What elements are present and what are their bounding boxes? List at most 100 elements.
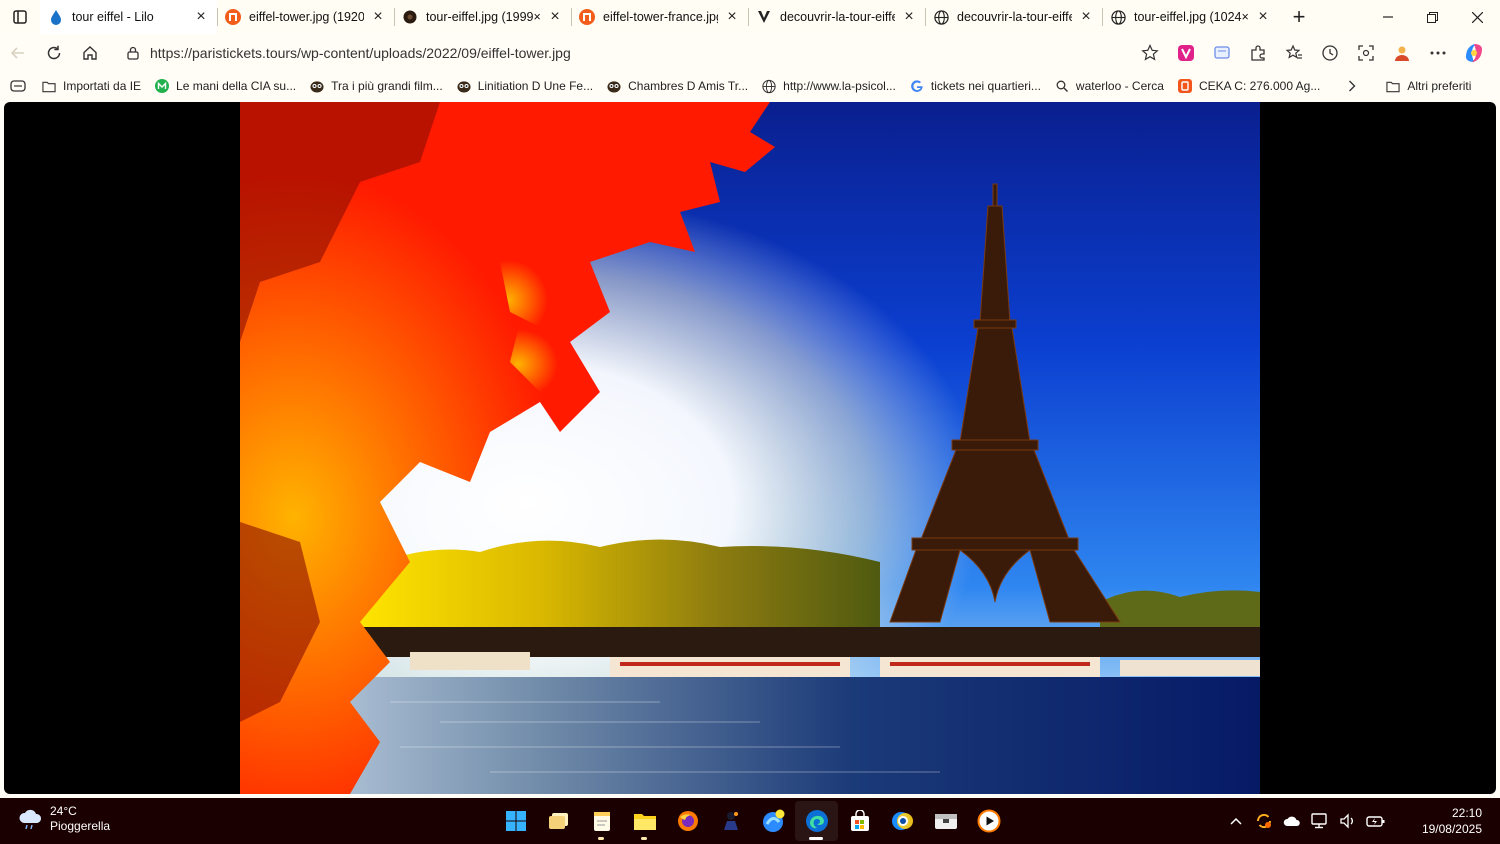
- orange-square-icon: [1177, 79, 1192, 93]
- favorite-film[interactable]: Tra i più grandi film...: [310, 74, 443, 98]
- back-button[interactable]: [0, 34, 36, 72]
- eiffel-tower-photo[interactable]: [240, 102, 1260, 794]
- favorites-overflow-button[interactable]: [1348, 74, 1356, 98]
- start-button[interactable]: [494, 801, 537, 841]
- v-logo-icon: [756, 9, 772, 25]
- history-button[interactable]: [1312, 34, 1348, 72]
- magenta-v-icon: [1178, 45, 1194, 61]
- tray-battery-button[interactable]: [1362, 798, 1390, 844]
- tab-title: decouvrir-la-tour-eiffe: [957, 10, 1072, 24]
- ellipsis-icon: [1430, 51, 1446, 55]
- tray-volume-button[interactable]: [1334, 798, 1362, 844]
- taskbar-app-photos[interactable]: [881, 801, 924, 841]
- close-tab-icon[interactable]: ×: [1078, 9, 1094, 25]
- taskbar-app-firefox[interactable]: [666, 801, 709, 841]
- home-button[interactable]: [72, 34, 108, 72]
- taskbar-app-media-player[interactable]: [967, 801, 1010, 841]
- chevron-up-icon: [1230, 817, 1242, 825]
- refresh-icon: [47, 45, 61, 60]
- taskbar-app-notepad[interactable]: [580, 801, 623, 841]
- profile-button[interactable]: [1384, 34, 1420, 72]
- restore-button[interactable]: [1410, 0, 1455, 34]
- taskbar-app-edge-dev[interactable]: [752, 801, 795, 841]
- screen-icon: [1214, 46, 1230, 59]
- browser-badge-icon: [762, 809, 784, 832]
- globe-icon: [762, 79, 776, 93]
- favorite-psicol[interactable]: http://www.la-psicol...: [762, 74, 896, 98]
- favorite-chambres[interactable]: Chambres D Amis Tr...: [607, 74, 748, 98]
- tab-tour-eiffel-1024[interactable]: tour-eiffel.jpg (1024×6 ×: [1102, 0, 1279, 34]
- favorite-waterloo[interactable]: waterloo - Cerca: [1055, 74, 1164, 98]
- clock[interactable]: 22:10 19/08/2025: [1422, 805, 1482, 837]
- lock-icon[interactable]: [126, 46, 140, 60]
- firefox-icon: [677, 811, 698, 831]
- taskbar-app-store[interactable]: [838, 801, 881, 841]
- sync-icon: [1256, 813, 1272, 829]
- taskbar: 24°C Pioggerella 22:10 19/08/2025: [0, 798, 1500, 844]
- screenshot-button[interactable]: [1348, 34, 1384, 72]
- close-tab-icon[interactable]: ×: [193, 9, 209, 25]
- minimize-button[interactable]: [1365, 0, 1410, 34]
- extensions-button[interactable]: [1240, 34, 1276, 72]
- weather-temperature: 24°C: [50, 804, 77, 818]
- screenshot-icon: [1358, 45, 1374, 61]
- close-tab-icon[interactable]: ×: [901, 9, 917, 25]
- url-field[interactable]: https://paristickets.tours/wp-content/up…: [114, 37, 1169, 69]
- weather-condition: Pioggerella: [50, 819, 111, 833]
- weather-widget[interactable]: 24°C Pioggerella: [18, 804, 110, 834]
- favorite-label: CEKA C: 276.000 Ag...: [1198, 79, 1321, 93]
- favorites-button[interactable]: [1276, 34, 1312, 72]
- extension-screen-button[interactable]: [1204, 34, 1240, 72]
- tab-title: eiffel-tower.jpg (1920: [249, 10, 364, 24]
- tray-overflow-button[interactable]: [1222, 798, 1250, 844]
- taskbar-app-edge[interactable]: [795, 801, 838, 841]
- tab-tour-eiffel-jpg[interactable]: tour-eiffel.jpg (1999×1 ×: [394, 0, 571, 34]
- green-m-icon: [155, 79, 170, 93]
- tab-decouvrir-2[interactable]: decouvrir-la-tour-eiffe ×: [925, 0, 1102, 34]
- close-tab-icon[interactable]: ×: [724, 9, 740, 25]
- new-tab-button[interactable]: +: [1279, 0, 1319, 34]
- notepad-icon: [593, 812, 610, 831]
- extension-magenta-button[interactable]: [1168, 34, 1204, 72]
- favorite-linitiation[interactable]: Linitiation D Une Fe...: [457, 74, 593, 98]
- tab-title: eiffel-tower-france.jpg: [603, 10, 718, 24]
- tab-lilo[interactable]: tour eiffel - Lilo ×: [40, 0, 217, 34]
- close-tab-icon[interactable]: ×: [547, 9, 563, 25]
- tray-network-button[interactable]: [1306, 798, 1334, 844]
- puzzle-icon: [1251, 45, 1265, 61]
- close-tab-icon[interactable]: ×: [370, 9, 386, 25]
- archive-icon: [934, 814, 957, 829]
- store-bag-icon: [850, 810, 869, 831]
- tray-sync-button[interactable]: [1250, 798, 1278, 844]
- taskbar-app-character[interactable]: [709, 801, 752, 841]
- tab-title: decouvrir-la-tour-eiffe: [780, 10, 895, 24]
- reading-list-icon: [10, 80, 26, 92]
- tab-eiffel-tower-france[interactable]: eiffel-tower-france.jpg ×: [571, 0, 748, 34]
- taskbar-app-archive[interactable]: [924, 801, 967, 841]
- favorites-sidebar-toggle[interactable]: [10, 74, 26, 98]
- star-icon: [1141, 44, 1159, 61]
- favorite-star-button[interactable]: [1132, 34, 1168, 72]
- owl-icon: [607, 79, 621, 93]
- favorite-ceka[interactable]: CEKA C: 276.000 Ag...: [1177, 74, 1321, 98]
- close-icon: [1472, 11, 1483, 23]
- close-tab-icon[interactable]: ×: [1255, 9, 1271, 25]
- other-favorites-folder[interactable]: Altri preferiti: [1386, 74, 1471, 98]
- photos-icon: [891, 812, 913, 830]
- favorite-cia[interactable]: Le mani della CIA su...: [155, 74, 296, 98]
- favorite-tickets[interactable]: tickets nei quartieri...: [910, 74, 1041, 98]
- taskbar-app-file-explorer[interactable]: [623, 801, 666, 841]
- cloud-icon: [1283, 816, 1300, 826]
- windows-logo-icon: [505, 811, 526, 831]
- tab-actions-button[interactable]: [0, 0, 40, 34]
- close-window-button[interactable]: [1455, 0, 1500, 34]
- tab-decouvrir-1[interactable]: decouvrir-la-tour-eiffe ×: [748, 0, 925, 34]
- favorite-importati-da-ie[interactable]: Importati da IE: [42, 74, 141, 98]
- copilot-button[interactable]: [1456, 34, 1492, 72]
- refresh-button[interactable]: [36, 34, 72, 72]
- copilot-icon: [1466, 44, 1482, 62]
- tab-eiffel-tower-jpg[interactable]: eiffel-tower.jpg (1920 ×: [217, 0, 394, 34]
- more-options-button[interactable]: [1420, 34, 1456, 72]
- tray-onedrive-button[interactable]: [1278, 798, 1306, 844]
- taskbar-app-task-view[interactable]: [537, 801, 580, 841]
